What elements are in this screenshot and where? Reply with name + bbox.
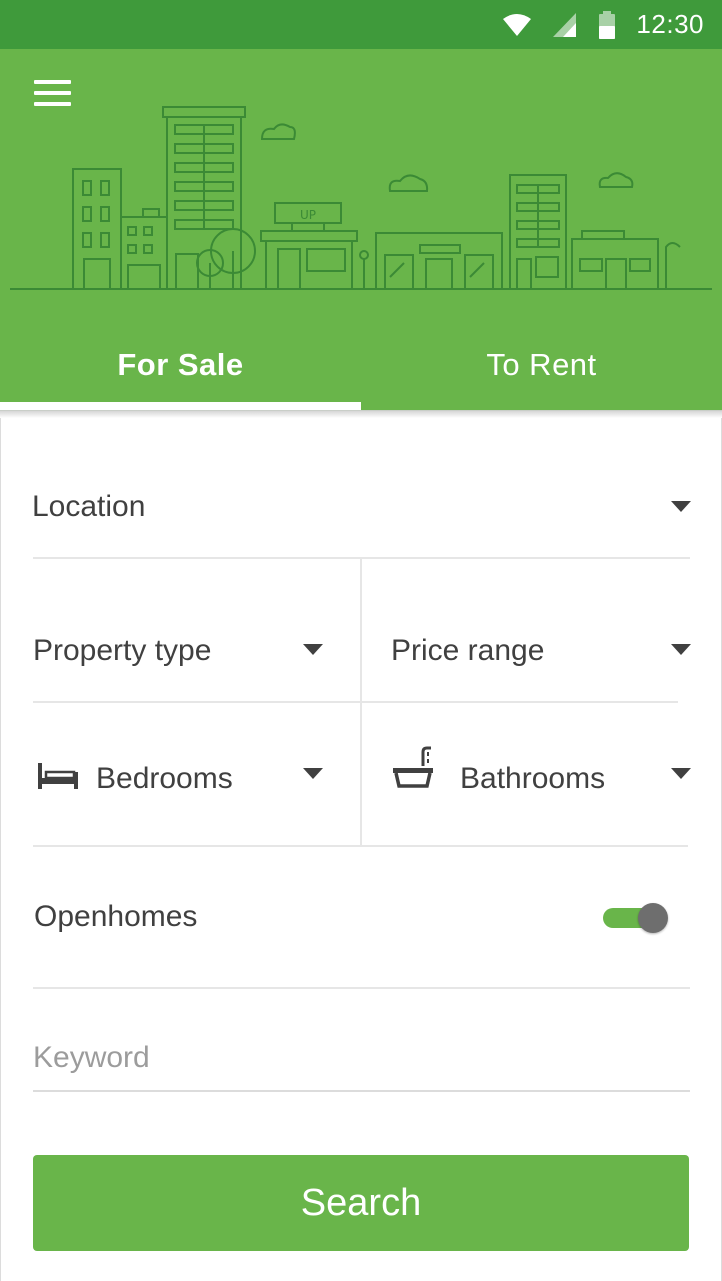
property-type-dropdown[interactable]: Property type xyxy=(33,600,333,690)
bathrooms-dropdown[interactable]: Bathrooms xyxy=(391,740,691,830)
divider xyxy=(33,845,688,847)
city-skyline-illustration: UP xyxy=(10,106,712,290)
signal-icon xyxy=(553,12,577,37)
openhomes-label: Openhomes xyxy=(34,900,198,933)
status-bar: 12:30 xyxy=(0,0,722,49)
tab-to-rent[interactable]: To Rent xyxy=(361,318,722,411)
divider xyxy=(360,559,362,847)
bed-icon xyxy=(38,763,78,789)
price-range-label: Price range xyxy=(391,634,545,667)
shop-sign-text: UP xyxy=(300,208,316,222)
bedrooms-label: Bedrooms xyxy=(96,762,233,795)
toggle-thumb xyxy=(638,903,668,933)
price-range-dropdown[interactable]: Price range xyxy=(391,600,691,690)
tab-for-sale[interactable]: For Sale xyxy=(0,318,361,411)
location-dropdown[interactable]: Location xyxy=(32,470,692,550)
price-range-chevron-down-icon xyxy=(671,644,691,655)
battery-icon xyxy=(599,10,616,39)
search-button[interactable]: Search xyxy=(33,1155,689,1251)
property-type-chevron-down-icon xyxy=(303,644,323,655)
divider xyxy=(33,701,678,703)
bedrooms-chevron-down-icon xyxy=(303,768,323,779)
wifi-icon xyxy=(503,13,532,36)
frame-edge-left xyxy=(0,418,1,1281)
bathrooms-label: Bathrooms xyxy=(460,762,606,795)
active-tab-indicator xyxy=(0,402,361,410)
location-label: Location xyxy=(32,490,146,523)
property-type-label: Property type xyxy=(33,634,212,667)
bedrooms-dropdown[interactable]: Bedrooms xyxy=(33,740,333,830)
divider xyxy=(33,987,690,989)
bathtub-icon xyxy=(393,746,433,788)
openhomes-toggle[interactable] xyxy=(603,902,669,934)
keyword-underline xyxy=(33,1090,690,1092)
bathrooms-chevron-down-icon xyxy=(671,768,691,779)
location-chevron-down-icon xyxy=(671,501,691,512)
tab-bar: For Sale To Rent xyxy=(0,318,722,411)
status-time: 12:30 xyxy=(636,9,704,39)
keyword-input[interactable] xyxy=(33,1030,690,1086)
tab-to-rent-label: To Rent xyxy=(486,346,597,382)
tab-for-sale-label: For Sale xyxy=(117,346,244,382)
header-shadow xyxy=(0,410,722,418)
